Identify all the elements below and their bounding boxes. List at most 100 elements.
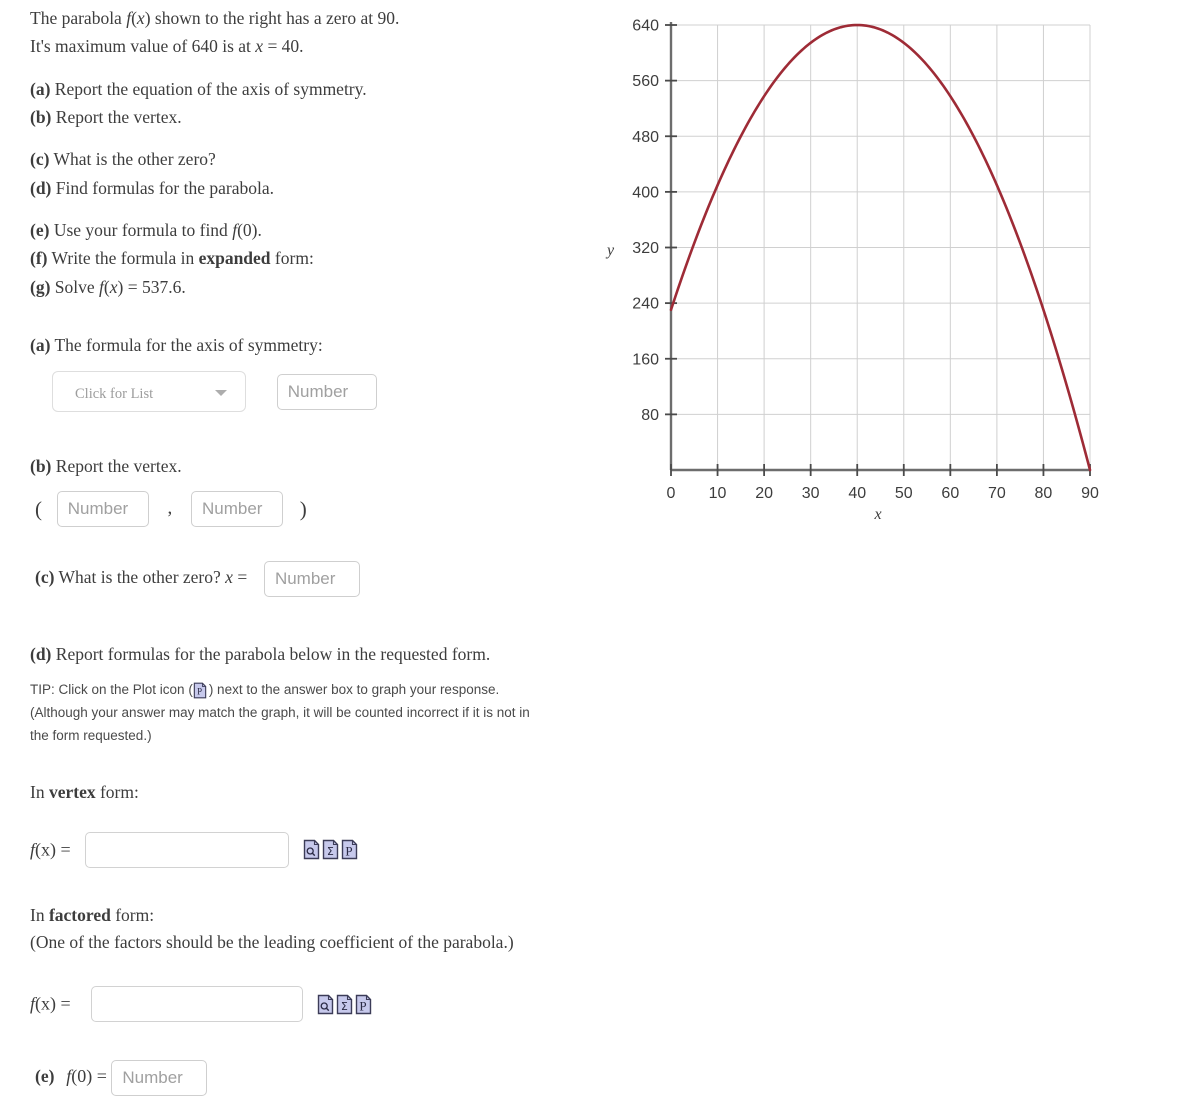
vertex-close-paren: ) [299, 496, 307, 521]
preview-icon[interactable] [317, 994, 334, 1015]
x-tick-label: 70 [988, 485, 1006, 502]
vertex-fx-label: f(x) = [30, 839, 71, 859]
task-g-mid: (x) = 537.6. [103, 276, 186, 297]
task-a: (a) Report the equation of the axis of s… [30, 75, 590, 103]
task-list-efg: (e) Use your formula to find f(0). (f) W… [30, 216, 590, 301]
plot-icon[interactable]: P [193, 682, 207, 699]
task-a-tag: (a) [30, 78, 51, 99]
f-of-zero-input[interactable]: Number [111, 1060, 208, 1096]
y-tick-label: 320 [632, 240, 659, 257]
task-b-tag: (b) [30, 107, 52, 128]
vertex-form-answer-row: f(x) = ΣP [30, 831, 590, 868]
intro-line-1: The parabola f(x) shown to the right has… [30, 4, 590, 32]
part-e-tag: (e) [35, 1066, 55, 1087]
task-f-pre: Write the formula in [51, 248, 199, 269]
part-d-tag: (d) [30, 643, 52, 664]
x-tick-label: 80 [1035, 485, 1053, 502]
intro-x-2: x [255, 36, 264, 57]
task-d-tag: (d) [30, 177, 52, 198]
y-tick-label: 80 [641, 407, 659, 424]
axes [669, 22, 1090, 472]
y-tick-label: 560 [632, 73, 659, 90]
axis-of-symmetry-dropdown[interactable]: Click for List [52, 371, 246, 413]
factored-form-icon-row: ΣP [317, 994, 374, 1015]
task-g-tag: (g) [30, 276, 51, 297]
other-zero-input[interactable]: Number [263, 560, 360, 597]
svg-text:P: P [359, 998, 366, 1013]
task-e-fx: f [232, 220, 238, 241]
y-tick-label: 480 [632, 129, 659, 146]
gridlines [671, 24, 1091, 470]
task-list-ab: (a) Report the equation of the axis of s… [30, 75, 590, 132]
y-tick-label: 240 [632, 296, 659, 313]
vertex-open-paren: ( [35, 496, 42, 521]
intro-x-1: x [136, 8, 145, 28]
factored-form-label: In factored form: (One of the factors sh… [30, 902, 590, 956]
factored-label-pre: In [30, 904, 49, 925]
part-a-heading-text: The formula for the axis of symmetry: [50, 335, 323, 356]
task-c-tag: (c) [30, 149, 50, 170]
task-f-post: form: [270, 248, 314, 269]
task-f-tag: (f) [30, 248, 48, 269]
part-a-inputs: Click for List Number [52, 371, 590, 413]
task-c: (c) What is the other zero? [30, 145, 590, 173]
part-a-block: (a) The formula for the axis of symmetry… [30, 331, 590, 413]
svg-text:P: P [197, 686, 202, 696]
vertex-form-icon-row: ΣP [303, 839, 360, 860]
chevron-down-icon [215, 390, 227, 397]
intro-line-2: It's maximum value of 640 is at x = 40. [30, 32, 590, 60]
factored-label-bold: factored [48, 904, 111, 925]
axis-of-symmetry-number-input[interactable]: Number [276, 373, 377, 410]
y-tick-label: 400 [632, 184, 659, 201]
factored-form-input[interactable] [90, 986, 303, 1023]
task-b-text: Report the vertex. [55, 107, 182, 128]
task-f-bold: expanded [198, 248, 271, 269]
x-tick-label: 90 [1081, 485, 1099, 502]
part-a-heading: (a) The formula for the axis of symmetry… [30, 331, 590, 359]
part-c-var: x [225, 566, 233, 587]
task-e-text: Use your formula to find f(0). [53, 220, 262, 241]
vertex-form-input[interactable] [84, 831, 289, 868]
vertex-x-input[interactable]: Number [56, 490, 149, 527]
svg-text:Σ: Σ [326, 845, 333, 858]
part-d-block: (d) Report formulas for the parabola bel… [30, 641, 590, 668]
x-tick-labels: 0 10 20 30 40 50 60 70 80 90 [667, 485, 1099, 502]
vertex-label-post: form: [95, 781, 139, 802]
factored-label-line: In factored form: [30, 902, 590, 929]
x-tick-label: 60 [941, 485, 959, 502]
task-e: (e) Use your formula to find f(0). [30, 216, 590, 244]
svg-text:Σ: Σ [340, 1000, 347, 1013]
part-d-heading: (d) Report formulas for the parabola bel… [30, 641, 550, 668]
vertex-y-input[interactable]: Number [191, 490, 283, 527]
tip-pre: TIP: Click on the Plot icon ( [30, 681, 193, 697]
factored-label-post: form: [110, 904, 155, 925]
sigma-icon[interactable]: Σ [322, 839, 339, 860]
graph-svg: 80 160 240 320 400 480 560 640 0 10 20 30 40 50 60 70 8… [605, 18, 1099, 524]
task-d-text: Find formulas for the parabola. [55, 177, 274, 198]
x-tick-label: 20 [755, 485, 773, 502]
vertex-label-bold: vertex [48, 781, 96, 802]
task-g-pre: Solve [54, 276, 100, 297]
plot-icon[interactable]: P [341, 839, 358, 860]
svg-text:P: P [345, 844, 352, 859]
part-e-rest: (0) = [71, 1066, 112, 1087]
x-tick-label: 30 [802, 485, 820, 502]
y-tick-label: 640 [632, 18, 659, 35]
part-d-tip: TIP: Click on the Plot icon (P) next to … [30, 678, 550, 748]
vertex-fx-rest: (x) = [35, 839, 71, 860]
y-tick-label: 160 [632, 351, 659, 368]
part-b-inputs: ( Number , Number ) [35, 490, 590, 527]
part-c-equals: = [232, 566, 252, 587]
factored-note: (One of the factors should be the leadin… [30, 932, 514, 953]
vertex-form-label: In vertex form: [30, 778, 590, 806]
part-c-tag: (c) [35, 566, 55, 587]
preview-icon[interactable] [303, 839, 320, 860]
x-tick-label: 10 [709, 485, 727, 502]
plot-icon[interactable]: P [355, 994, 372, 1015]
sigma-icon[interactable]: Σ [336, 994, 353, 1015]
task-f: (f) Write the formula in expanded form: [30, 244, 590, 272]
factored-form-answer-row: f(x) = ΣP [30, 986, 590, 1023]
task-g: (g) Solve f(x) = 537.6. [30, 273, 590, 301]
x-tick-label: 40 [848, 485, 866, 502]
y-tick-labels: 80 160 240 320 400 480 560 640 [632, 18, 659, 424]
